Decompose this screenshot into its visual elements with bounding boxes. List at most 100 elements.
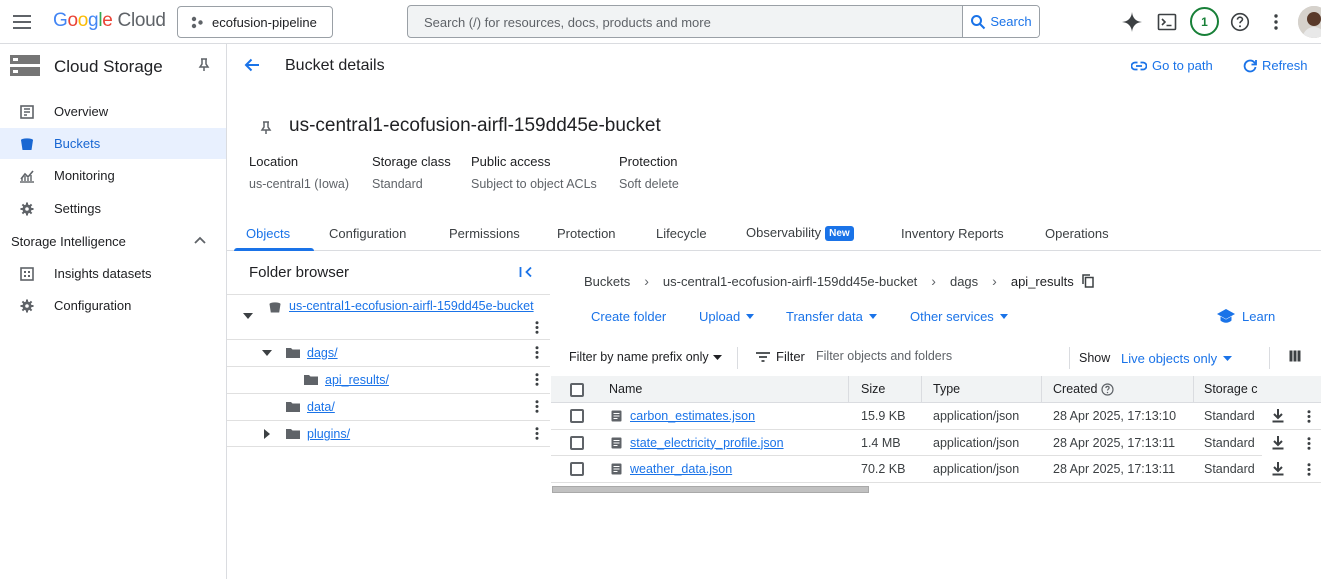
col-name[interactable]: Name — [609, 382, 642, 396]
notifications-badge[interactable]: 1 — [1190, 7, 1219, 36]
pin-icon[interactable] — [198, 58, 210, 72]
filter-input[interactable]: Filter objects and folders — [816, 349, 952, 363]
create-folder-button[interactable]: Create folder — [591, 309, 666, 324]
copy-icon[interactable] — [1081, 274, 1094, 288]
project-selector[interactable]: ecofusion-pipeline — [177, 6, 333, 38]
google-cloud-logo[interactable]: Google Cloud — [53, 10, 166, 32]
more-vert-icon[interactable] — [535, 400, 539, 413]
tree-link-data[interactable]: data/ — [307, 400, 335, 414]
file-link[interactable]: state_electricity_profile.json — [630, 436, 784, 450]
tab-permissions[interactable]: Permissions — [449, 226, 520, 241]
tab-lifecycle[interactable]: Lifecycle — [656, 226, 707, 241]
terminal-icon[interactable] — [1155, 10, 1179, 34]
folder-icon — [286, 347, 300, 358]
tree-node-dags[interactable]: dags/ — [227, 339, 550, 366]
breadcrumb-bucket[interactable]: us-central1-ecofusion-airfl-159dd45e-buc… — [663, 274, 917, 289]
row-checkbox[interactable] — [570, 462, 584, 476]
menu-icon[interactable] — [10, 10, 34, 34]
download-icon[interactable] — [1272, 462, 1284, 476]
back-arrow-icon[interactable] — [243, 56, 261, 74]
tree-link-plugins[interactable]: plugins/ — [307, 427, 350, 441]
file-link[interactable]: carbon_estimates.json — [630, 409, 755, 423]
bucket-icon — [269, 301, 281, 313]
more-vert-icon[interactable] — [1264, 10, 1288, 34]
gemini-icon[interactable] — [1120, 10, 1144, 34]
tree-root[interactable]: us-central1-ecofusion-airfl-159dd45e-buc… — [227, 294, 550, 339]
row-checkbox[interactable] — [570, 409, 584, 423]
table-row[interactable]: carbon_estimates.json 15.9 KB applicatio… — [551, 403, 1321, 430]
show-label: Show — [1079, 351, 1111, 365]
search-button[interactable]: Search — [962, 6, 1039, 37]
more-vert-icon[interactable] — [535, 346, 539, 359]
col-type[interactable]: Type — [933, 382, 960, 396]
collapse-panel-icon[interactable] — [519, 266, 533, 278]
download-icon[interactable] — [1272, 435, 1284, 450]
more-vert-icon[interactable] — [1307, 436, 1311, 450]
col-created[interactable]: Created — [1053, 382, 1115, 396]
file-type: application/json — [933, 435, 1020, 450]
learn-button[interactable]: Learn — [1216, 308, 1275, 324]
more-vert-icon[interactable] — [535, 373, 539, 386]
tab-configuration[interactable]: Configuration — [329, 226, 406, 241]
col-storage-class[interactable]: Storage c — [1204, 382, 1258, 396]
download-icon[interactable] — [1272, 409, 1284, 423]
search-input[interactable]: Search (/) for resources, docs, products… — [407, 5, 1040, 38]
more-vert-icon[interactable] — [535, 427, 539, 440]
transfer-data-button[interactable]: Transfer data — [786, 309, 877, 324]
tree-node-plugins[interactable]: plugins/ — [227, 420, 550, 447]
help-icon[interactable] — [1101, 382, 1115, 396]
breadcrumb-buckets[interactable]: Buckets — [584, 274, 630, 289]
folder-icon — [286, 401, 300, 412]
tree-node-data[interactable]: data/ — [227, 393, 550, 420]
upload-button[interactable]: Upload — [699, 309, 755, 324]
file-type: application/json — [933, 409, 1020, 423]
pin-icon[interactable] — [260, 121, 272, 135]
nav-item-overview[interactable]: Overview — [0, 96, 226, 127]
file-link[interactable]: weather_data.json — [630, 462, 732, 476]
more-vert-icon[interactable] — [1307, 410, 1311, 423]
tab-observability[interactable]: Observability New — [746, 225, 854, 242]
other-services-button[interactable]: Other services — [910, 309, 1008, 324]
tree-link-dags[interactable]: dags/ — [307, 346, 338, 360]
chevron-right-icon: › — [992, 273, 997, 289]
tree-root-link[interactable]: us-central1-ecofusion-airfl-159dd45e-buc… — [289, 299, 534, 313]
nav-item-insights-datasets[interactable]: Insights datasets — [0, 258, 226, 289]
section-storage-intelligence[interactable]: Storage Intelligence — [11, 234, 126, 249]
go-to-path-button[interactable]: Go to path — [1131, 58, 1213, 73]
breadcrumb-dags[interactable]: dags — [950, 274, 978, 289]
divider — [1069, 347, 1070, 369]
tab-inventory-reports[interactable]: Inventory Reports — [901, 226, 1004, 241]
show-dropdown[interactable]: Live objects only — [1121, 351, 1233, 366]
nav-item-settings[interactable]: Settings — [0, 193, 226, 224]
tree-node-api-results[interactable]: api_results/ — [227, 366, 550, 393]
file-size: 15.9 KB — [861, 409, 906, 423]
chevron-up-icon[interactable] — [194, 236, 206, 244]
avatar[interactable] — [1298, 6, 1321, 38]
filter-button[interactable]: Filter — [756, 349, 805, 364]
tab-protection[interactable]: Protection — [557, 226, 616, 241]
caret-right-icon[interactable] — [264, 429, 270, 439]
more-vert-icon[interactable] — [1307, 463, 1311, 476]
select-all-checkbox[interactable] — [570, 383, 584, 397]
tab-objects[interactable]: Objects — [246, 226, 290, 241]
scrollbar-thumb[interactable] — [552, 486, 869, 493]
tree-link-api-results[interactable]: api_results/ — [325, 373, 389, 387]
table-row[interactable]: weather_data.json 70.2 KB application/js… — [551, 456, 1321, 483]
refresh-button[interactable]: Refresh — [1243, 58, 1308, 73]
active-tab-indicator — [234, 248, 314, 251]
help-icon[interactable] — [1228, 10, 1252, 34]
col-size[interactable]: Size — [861, 382, 885, 396]
caret-down-icon[interactable] — [243, 313, 253, 319]
more-vert-icon[interactable] — [535, 321, 539, 334]
nav-item-monitoring[interactable]: Monitoring — [0, 160, 226, 191]
file-icon — [611, 437, 622, 449]
tab-operations[interactable]: Operations — [1045, 226, 1109, 241]
row-checkbox[interactable] — [570, 435, 584, 450]
file-created: 28 Apr 2025, 17:13:11 — [1053, 435, 1176, 450]
table-row[interactable]: state_electricity_profile.json 1.4 MB ap… — [551, 429, 1321, 456]
nav-item-buckets[interactable]: Buckets — [0, 128, 226, 159]
column-display-icon[interactable] — [1289, 350, 1301, 362]
prefix-filter-dropdown[interactable]: Filter by name prefix only — [569, 350, 722, 364]
nav-item-configuration[interactable]: Configuration — [0, 290, 226, 321]
caret-down-icon[interactable] — [262, 350, 272, 356]
